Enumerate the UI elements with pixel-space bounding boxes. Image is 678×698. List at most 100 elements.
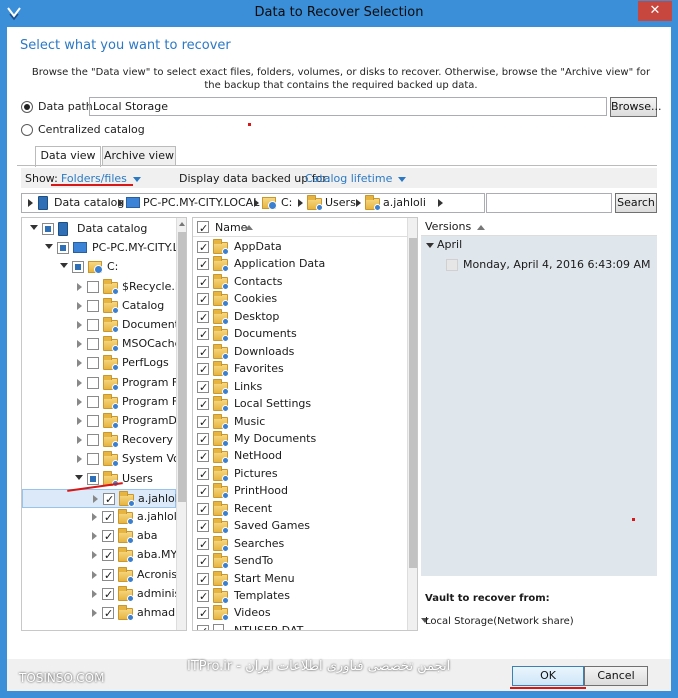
tree-item-checkbox[interactable] [102, 586, 114, 604]
tree-item[interactable]: administ [22, 585, 185, 604]
tree-item[interactable]: PC-PC.MY-CITY.LO [22, 239, 186, 258]
tree-item[interactable]: MSOCache [22, 335, 181, 354]
tree-item[interactable]: Data catalog [22, 220, 176, 239]
tree-item-checkbox[interactable] [87, 434, 99, 447]
list-item[interactable]: Start Menu [193, 570, 407, 589]
expander-closed-icon[interactable] [77, 455, 82, 464]
expander-open-icon[interactable] [75, 474, 83, 480]
list-item-checkbox[interactable] [197, 518, 209, 536]
list-item-checkbox[interactable] [197, 536, 209, 554]
tree-item[interactable]: Recovery [22, 431, 176, 450]
list-item[interactable]: Saved Games [193, 517, 407, 536]
expander-closed-icon[interactable] [77, 436, 82, 445]
list-item-checkbox[interactable] [197, 396, 209, 414]
expander-closed-icon[interactable] [77, 301, 82, 310]
list-item-checkbox[interactable] [197, 483, 209, 501]
expander-closed-icon[interactable] [92, 609, 97, 617]
tree-item[interactable]: Program File [22, 393, 186, 412]
list-item[interactable]: Local Settings [193, 395, 407, 414]
expander-closed-icon[interactable] [92, 570, 97, 579]
list-item[interactable]: Searches [193, 535, 407, 554]
list-item-checkbox[interactable] [197, 414, 209, 432]
expander-closed-icon[interactable] [77, 340, 82, 349]
versions-column-header[interactable]: Versions [421, 217, 657, 236]
expander-closed-icon[interactable] [77, 417, 82, 425]
list-item[interactable]: AppData [193, 238, 407, 257]
tree-item-checkbox[interactable] [87, 338, 99, 351]
tree-item[interactable]: a.jahloli [22, 488, 181, 509]
tree-scrollbar[interactable] [176, 218, 186, 630]
tree-item-checkbox[interactable] [87, 395, 99, 408]
list-item[interactable]: Templates [193, 587, 407, 606]
expander-closed-icon[interactable] [77, 282, 82, 291]
list-item-checkbox[interactable] [197, 309, 209, 327]
list-item-checkbox[interactable] [197, 571, 209, 589]
tree-item-checkbox[interactable] [102, 547, 114, 565]
expander-closed-icon[interactable] [77, 321, 82, 329]
tree-scroll-thumb[interactable] [178, 232, 186, 502]
tab-archive-view[interactable]: Archive view [102, 146, 176, 166]
list-item-checkbox[interactable] [197, 361, 209, 379]
tree-item-checkbox[interactable] [87, 319, 99, 331]
tree-item[interactable]: aba.MY-C [22, 546, 186, 565]
list-item-checkbox[interactable] [197, 588, 209, 606]
tree-item[interactable]: ProgramData [22, 412, 186, 431]
expander-closed-icon[interactable] [93, 494, 98, 503]
tree-item[interactable]: $Recycle.Bin [22, 278, 186, 297]
list-item-checkbox[interactable] [197, 379, 209, 397]
expander-open-icon[interactable] [45, 244, 53, 250]
backed-up-dropdown[interactable]: Catalog lifetime [305, 172, 407, 185]
list-item[interactable]: Cookies [193, 290, 407, 309]
list-item-checkbox[interactable] [197, 553, 209, 571]
tree-item-checkbox[interactable] [102, 605, 114, 623]
tree-item[interactable]: C: [22, 258, 176, 277]
tree-item-checkbox[interactable] [57, 242, 69, 255]
tree-item[interactable]: Catalog [22, 297, 176, 316]
list-item[interactable]: Favorites [193, 360, 407, 379]
expander-open-icon[interactable] [426, 243, 434, 248]
list-item-checkbox[interactable] [197, 326, 209, 344]
tree-item-checkbox[interactable] [103, 491, 115, 509]
breadcrumb-item[interactable]: Users [325, 196, 356, 209]
list-item[interactable]: NetHood [193, 447, 407, 466]
list-item[interactable]: Desktop [193, 308, 407, 327]
expander-closed-icon[interactable] [77, 359, 82, 368]
search-button[interactable]: Search [615, 193, 657, 213]
tree-item-checkbox[interactable] [87, 299, 99, 312]
breadcrumb-item[interactable]: PC-PC.MY-CITY.LOCAL [143, 196, 259, 209]
list-item-checkbox[interactable] [197, 623, 209, 630]
tree-item-checkbox[interactable] [87, 415, 99, 427]
data-path-input[interactable]: Local Storage [89, 97, 607, 116]
list-item-checkbox[interactable] [197, 239, 209, 257]
close-button[interactable]: ✕ [638, 1, 672, 21]
tree-item-checkbox[interactable] [102, 567, 114, 585]
version-row[interactable]: Monday, April 4, 2016 6:43:09 AM [429, 255, 653, 274]
tree-item[interactable]: a.jahloli.N [22, 508, 186, 527]
list-item-checkbox[interactable] [197, 466, 209, 484]
expander-closed-icon[interactable] [77, 397, 82, 406]
tree-item[interactable]: Acronis A [22, 566, 186, 585]
tree-item-checkbox[interactable] [87, 472, 99, 485]
list-item[interactable]: Application Data [193, 255, 407, 274]
list-item-checkbox[interactable] [197, 274, 209, 292]
tree-item-checkbox[interactable] [42, 223, 54, 235]
file-list[interactable]: Name AppData Application Data Contacts Cook… [192, 217, 418, 631]
tree-item[interactable]: System Volu [22, 450, 186, 469]
expander-closed-icon[interactable] [92, 589, 97, 598]
expander-closed-icon[interactable] [92, 532, 97, 541]
search-input[interactable] [486, 193, 612, 213]
list-item[interactable]: My Documents [193, 430, 407, 449]
list-item[interactable]: Contacts [193, 273, 407, 292]
list-item[interactable]: Videos [193, 604, 407, 623]
list-item[interactable]: Pictures [193, 465, 407, 484]
tree-item-checkbox[interactable] [87, 376, 99, 389]
tree-item[interactable]: aba [22, 527, 176, 546]
list-item-checkbox[interactable] [197, 501, 209, 519]
select-all-checkbox[interactable] [197, 219, 209, 238]
expander-open-icon[interactable] [60, 263, 68, 269]
breadcrumb-item[interactable]: Data catalog [54, 196, 124, 209]
list-item-checkbox[interactable] [197, 344, 209, 362]
list-item[interactable]: PrintHood [193, 482, 407, 501]
expander-open-icon[interactable] [30, 225, 38, 230]
list-item[interactable]: NTUSER.DAT [193, 622, 407, 630]
